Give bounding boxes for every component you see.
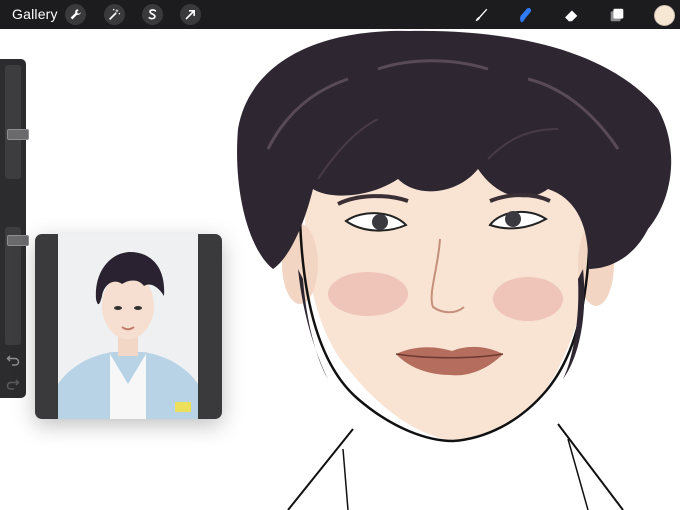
eraser-icon xyxy=(564,10,578,22)
magic-wand-icon xyxy=(109,8,121,20)
layers-button[interactable] xyxy=(606,4,628,26)
reference-window[interactable] xyxy=(35,234,222,419)
selection-icon xyxy=(148,9,157,20)
opacity-slider[interactable] xyxy=(5,227,29,345)
transform-arrow-icon xyxy=(185,10,195,20)
brush-icon xyxy=(475,8,488,22)
smudge-icon xyxy=(520,8,532,23)
adjustments-button[interactable] xyxy=(104,4,125,25)
left-sidebar xyxy=(0,59,29,398)
eraser-tool-button[interactable] xyxy=(560,4,582,26)
brush-size-slider[interactable] xyxy=(5,65,29,179)
selection-button[interactable] xyxy=(142,4,163,25)
redo-icon[interactable] xyxy=(6,377,20,391)
opacity-handle[interactable] xyxy=(7,235,29,246)
wrench-icon xyxy=(70,9,81,20)
brush-tool-button[interactable] xyxy=(470,4,492,26)
reference-photo xyxy=(58,234,198,419)
undo-icon[interactable] xyxy=(6,353,20,367)
smudge-tool-button[interactable] xyxy=(514,4,536,26)
color-picker-button[interactable] xyxy=(654,5,675,26)
gallery-button[interactable]: Gallery xyxy=(12,6,58,22)
layers-icon xyxy=(610,8,624,22)
transform-button[interactable] xyxy=(180,4,201,25)
portrait-drawing xyxy=(237,30,672,510)
brush-size-handle[interactable] xyxy=(7,129,29,140)
top-toolbar: Gallery xyxy=(0,0,680,29)
actions-button[interactable] xyxy=(65,4,86,25)
